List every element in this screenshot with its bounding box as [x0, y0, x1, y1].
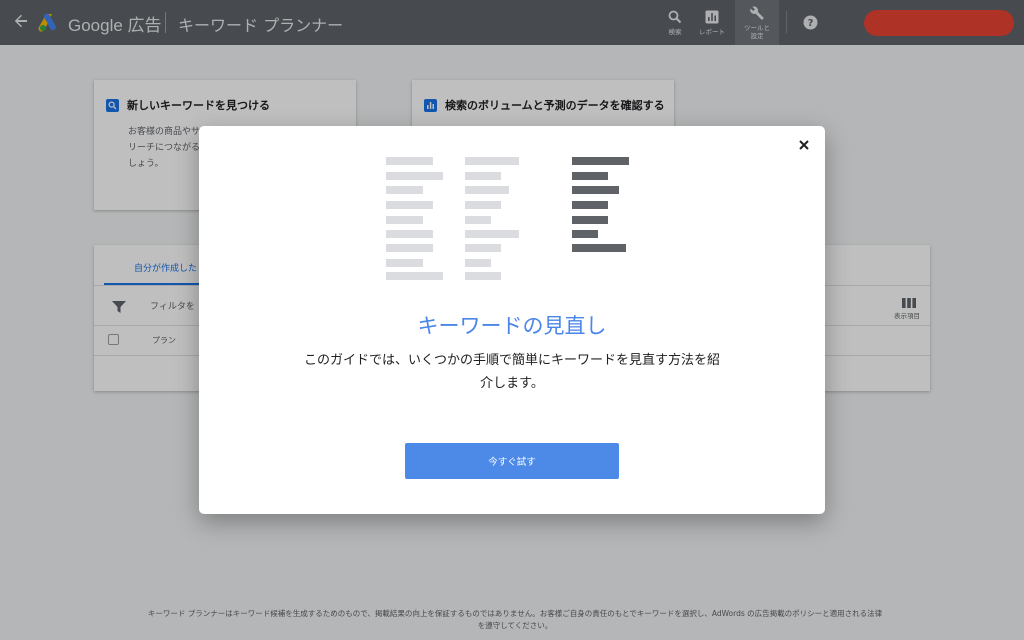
dialog-description: このガイドでは、いくつかの手順で簡単にキーワードを見直す方法を紹 介します。	[303, 353, 720, 391]
dialog-title: キーワードの見直し	[417, 314, 607, 338]
keyword-review-dialog: キーワードの見直し このガイドでは、いくつかの手順で簡単にキーワードを見直す方法…	[199, 126, 825, 514]
try-now-button[interactable]: 今すぐ試す	[405, 443, 619, 479]
keyword-list-illustration	[386, 157, 629, 280]
